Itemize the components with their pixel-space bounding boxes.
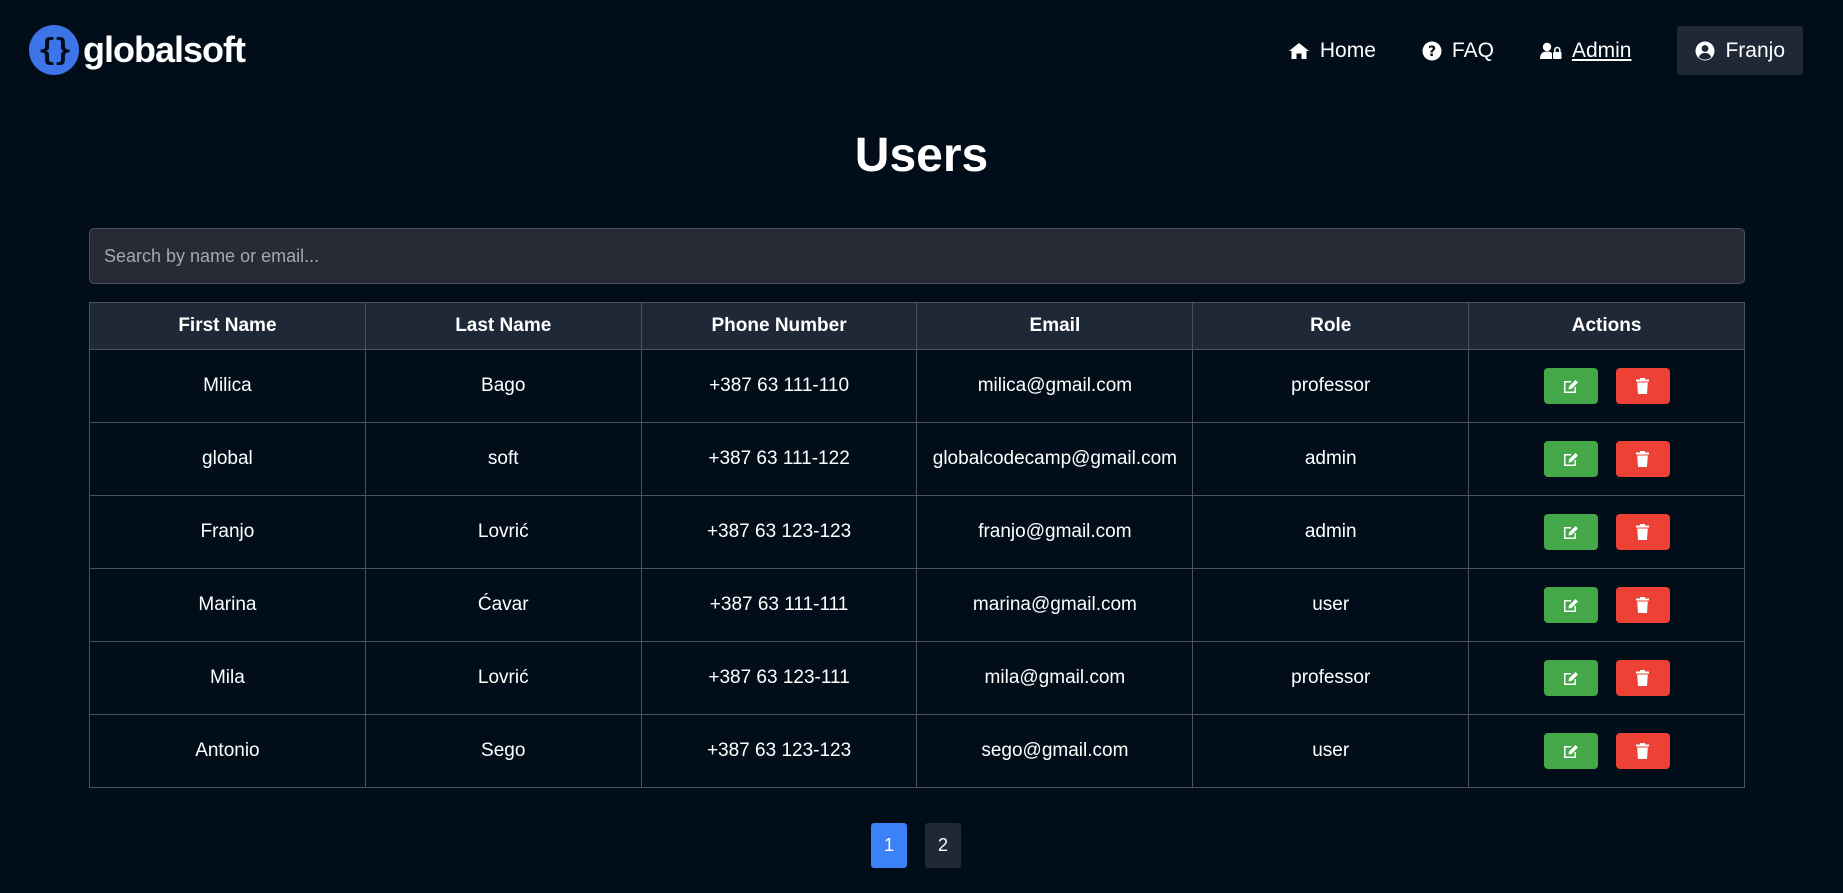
delete-button[interactable]	[1615, 441, 1670, 477]
cell-email: sego@gmail.com	[916, 714, 1194, 788]
page-title: Users	[854, 129, 989, 182]
user-menu-button[interactable]: Franjo	[1677, 26, 1803, 75]
search-input[interactable]	[89, 228, 1745, 284]
trash-icon	[1636, 378, 1650, 394]
edit-button[interactable]	[1543, 660, 1598, 696]
cell-first-name: Antonio	[89, 714, 366, 788]
cell-first-name: Marina	[89, 568, 366, 642]
cell-last-name: Lovrić	[364, 641, 642, 715]
delete-button[interactable]	[1615, 660, 1670, 696]
cell-last-name: Sego	[364, 714, 642, 788]
table-row: global soft +387 63 111-122 globalcodeca…	[89, 422, 1745, 496]
table-header-row: First Name Last Name Phone Number Email …	[89, 302, 1745, 350]
cell-actions	[1468, 714, 1745, 788]
question-circle-icon: ?	[1422, 41, 1442, 60]
column-header-actions: Actions	[1468, 302, 1745, 350]
edit-icon	[1563, 526, 1578, 539]
nav-admin-label: Admin	[1571, 38, 1632, 62]
edit-icon	[1563, 599, 1578, 612]
cell-last-name: Bago	[364, 349, 642, 423]
top-navbar: {} globalsoft Home ? FAQ Admin Franjo	[0, 0, 1843, 100]
cell-phone: +387 63 111-110	[640, 349, 918, 423]
cell-actions	[1468, 568, 1745, 642]
cell-email: marina@gmail.com	[916, 568, 1194, 642]
brand-name: globalsoft	[83, 29, 246, 70]
column-header-last-name: Last Name	[364, 302, 642, 350]
cell-actions	[1468, 349, 1745, 423]
table-row: Mila Lovrić +387 63 123-111 mila@gmail.c…	[89, 641, 1745, 715]
trash-icon	[1636, 451, 1650, 467]
cell-role: professor	[1192, 349, 1470, 423]
trash-icon	[1636, 743, 1650, 759]
cell-role: professor	[1192, 641, 1470, 715]
cell-first-name: Franjo	[89, 495, 366, 569]
cell-phone: +387 63 111-122	[640, 422, 918, 496]
edit-icon	[1563, 453, 1578, 466]
trash-icon	[1636, 670, 1650, 686]
table-row: Franjo Lovrić +387 63 123-123 franjo@gma…	[89, 495, 1745, 569]
nav-home-link[interactable]: Home	[1288, 39, 1376, 63]
cell-email: mila@gmail.com	[916, 641, 1194, 715]
home-icon	[1288, 42, 1309, 59]
delete-button[interactable]	[1615, 514, 1670, 550]
delete-button[interactable]	[1615, 587, 1670, 623]
delete-button[interactable]	[1615, 733, 1670, 769]
user-circle-icon	[1695, 41, 1715, 60]
nav-admin-link[interactable]: Admin	[1539, 38, 1632, 63]
cell-last-name: Lovrić	[364, 495, 642, 569]
page-button-2[interactable]: 2	[925, 823, 961, 868]
cell-first-name: Milica	[89, 349, 366, 423]
cell-role: user	[1192, 714, 1470, 788]
nav-faq-link[interactable]: ? FAQ	[1422, 39, 1494, 63]
cell-phone: +387 63 123-123	[640, 495, 918, 569]
user-lock-icon	[1539, 42, 1562, 59]
cell-phone: +387 63 123-123	[640, 714, 918, 788]
users-table: First Name Last Name Phone Number Email …	[89, 302, 1745, 788]
nav-menu: Home ? FAQ Admin Franjo	[1242, 26, 1803, 75]
cell-actions	[1468, 422, 1745, 496]
nav-home-label: Home	[1319, 38, 1376, 62]
logo-badge-icon: {}	[29, 25, 79, 75]
cell-role: admin	[1192, 422, 1470, 496]
cell-email: globalcodecamp@gmail.com	[916, 422, 1194, 496]
pagination: 1 2	[871, 823, 961, 868]
column-header-role: Role	[1192, 302, 1470, 350]
trash-icon	[1636, 524, 1650, 540]
page-button-1[interactable]: 1	[871, 823, 907, 868]
cell-phone: +387 63 111-111	[640, 568, 918, 642]
edit-button[interactable]	[1543, 514, 1598, 550]
table-row: Milica Bago +387 63 111-110 milica@gmail…	[89, 349, 1745, 423]
cell-last-name: Ćavar	[364, 568, 642, 642]
column-header-email: Email	[916, 302, 1194, 350]
nav-faq-label: FAQ	[1451, 38, 1494, 62]
table-row: Antonio Sego +387 63 123-123 sego@gmail.…	[89, 714, 1745, 788]
column-header-first-name: First Name	[89, 302, 366, 350]
cell-last-name: soft	[364, 422, 642, 496]
edit-button[interactable]	[1543, 587, 1598, 623]
cell-role: admin	[1192, 495, 1470, 569]
cell-email: franjo@gmail.com	[916, 495, 1194, 569]
brand-logo[interactable]: {} globalsoft	[29, 25, 246, 75]
cell-first-name: Mila	[89, 641, 366, 715]
edit-button[interactable]	[1543, 733, 1598, 769]
table-row: Marina Ćavar +387 63 111-111 marina@gmai…	[89, 568, 1745, 642]
user-name: Franjo	[1725, 38, 1785, 62]
svg-text:?: ?	[1428, 44, 1436, 60]
cell-email: milica@gmail.com	[916, 349, 1194, 423]
cell-actions	[1468, 641, 1745, 715]
delete-button[interactable]	[1615, 368, 1670, 404]
trash-icon	[1636, 597, 1650, 613]
edit-icon	[1563, 745, 1578, 758]
column-header-phone: Phone Number	[640, 302, 918, 350]
edit-button[interactable]	[1543, 368, 1598, 404]
edit-icon	[1563, 672, 1578, 685]
cell-phone: +387 63 123-111	[640, 641, 918, 715]
edit-icon	[1563, 380, 1578, 393]
edit-button[interactable]	[1543, 441, 1598, 477]
cell-first-name: global	[89, 422, 366, 496]
cell-actions	[1468, 495, 1745, 569]
cell-role: user	[1192, 568, 1470, 642]
